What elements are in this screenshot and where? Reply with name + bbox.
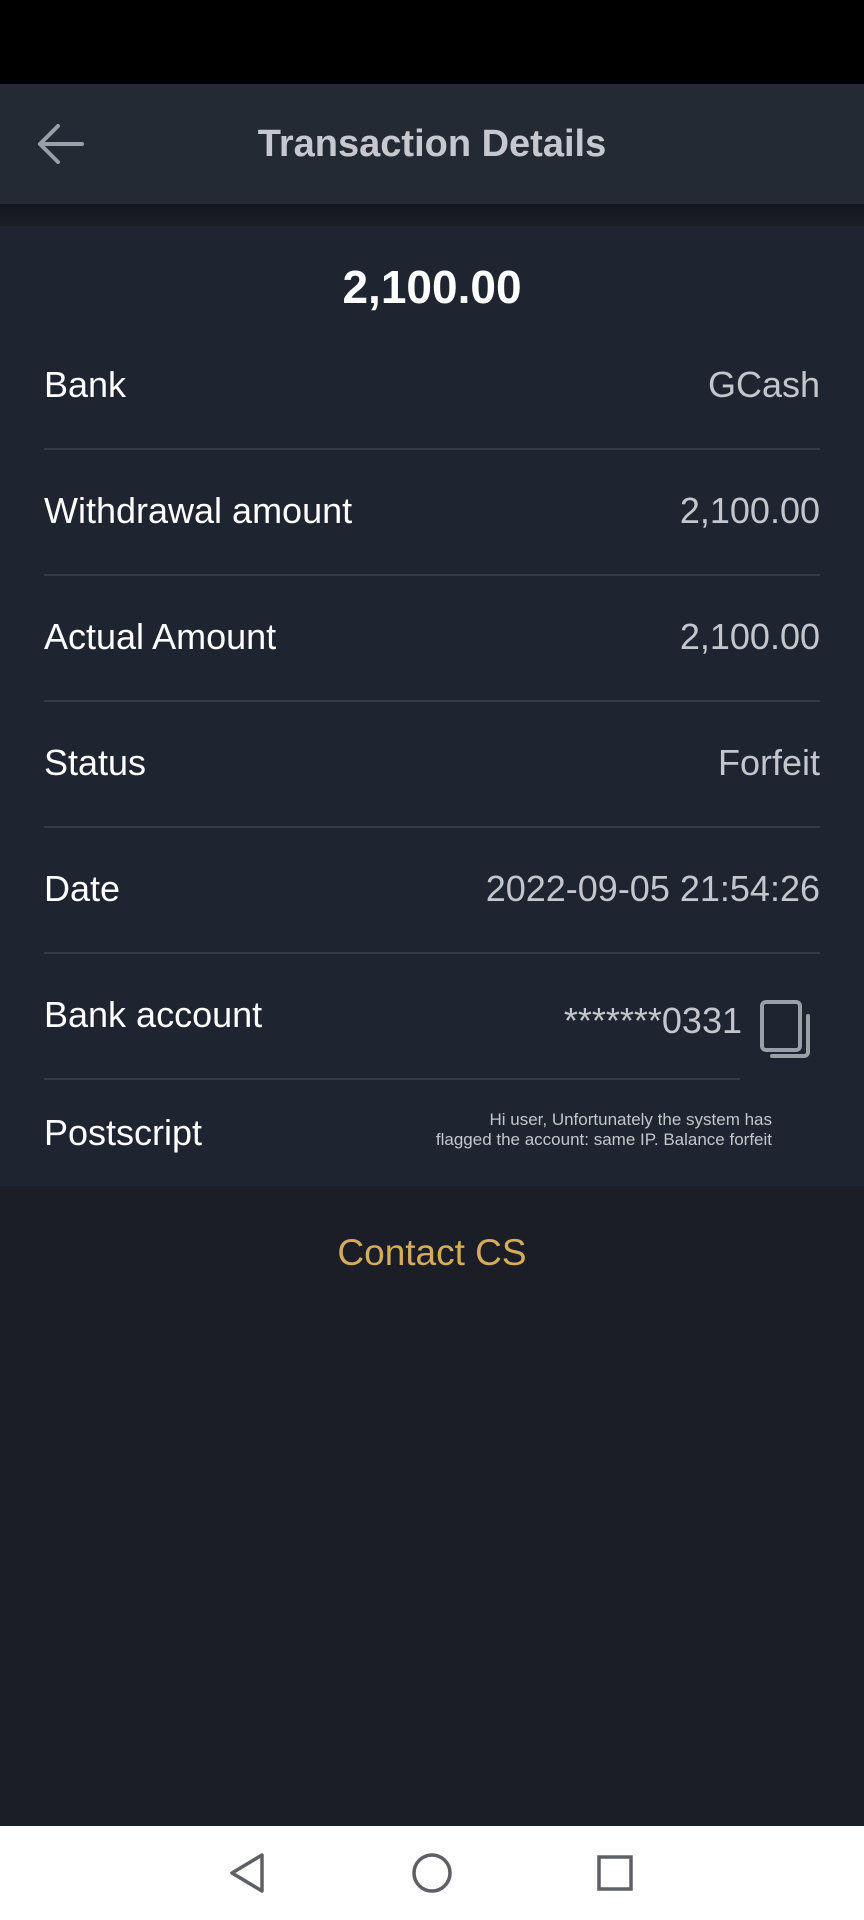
transaction-details-card: 2,100.00 Bank GCash Withdrawal amount 2,… — [0, 226, 864, 1186]
detail-row-bank-account: Bank account *******0331 — [44, 954, 820, 1080]
status-bar — [0, 0, 864, 84]
detail-label: Bank — [44, 364, 127, 405]
circle-home-icon — [412, 1853, 452, 1893]
triangle-back-icon — [230, 1853, 264, 1893]
postscript-line: Hi user, Unfortunately the system has — [489, 1110, 772, 1129]
postscript-line: flagged the account: same IP. Balance fo… — [435, 1130, 772, 1149]
detail-label: Postscript — [44, 1112, 203, 1153]
nav-home-button[interactable] — [407, 1848, 457, 1898]
nav-back-button[interactable] — [222, 1848, 272, 1898]
detail-row-bank: Bank GCash — [44, 324, 820, 450]
app-header: Transaction Details — [0, 84, 864, 204]
transaction-amount: 2,100.00 — [342, 261, 522, 313]
detail-row-withdrawal-amount: Withdrawal amount 2,100.00 — [44, 450, 820, 576]
detail-row-actual-amount: Actual Amount 2,100.00 — [44, 576, 820, 702]
copy-button[interactable] — [758, 998, 814, 1062]
contact-cs-button[interactable]: Contact CS — [0, 1232, 864, 1274]
account-number-value: *******0331 — [563, 1000, 742, 1041]
date-value: 2022-09-05 21:54:26 — [485, 868, 820, 909]
postscript-message: Hi user, Unfortunately the system has fl… — [312, 1110, 772, 1150]
arrow-left-icon — [38, 124, 84, 164]
detail-value: 2,100.00 — [679, 616, 820, 657]
detail-label: Status — [44, 742, 147, 783]
header-shadow — [0, 204, 864, 226]
nav-recents-button[interactable] — [590, 1848, 640, 1898]
square-recents-icon — [597, 1855, 633, 1891]
status-value: Forfeit — [717, 742, 820, 783]
detail-value: 2,100.00 — [679, 490, 820, 531]
detail-row-date: Date 2022-09-05 21:54:26 — [44, 828, 820, 954]
detail-label: Date — [44, 868, 121, 909]
detail-label: Bank account — [44, 994, 263, 1035]
detail-row-status: Status Forfeit — [44, 702, 820, 828]
copy-icon — [760, 1000, 810, 1058]
back-button[interactable] — [30, 114, 90, 174]
detail-row-postscript: Postscript Hi user, Unfortunately the sy… — [44, 1080, 820, 1186]
page-title: Transaction Details — [257, 122, 607, 165]
detail-label: Withdrawal amount — [44, 490, 353, 531]
detail-value: GCash — [707, 364, 820, 405]
detail-label: Actual Amount — [44, 616, 277, 657]
system-nav-bar — [0, 1826, 864, 1920]
